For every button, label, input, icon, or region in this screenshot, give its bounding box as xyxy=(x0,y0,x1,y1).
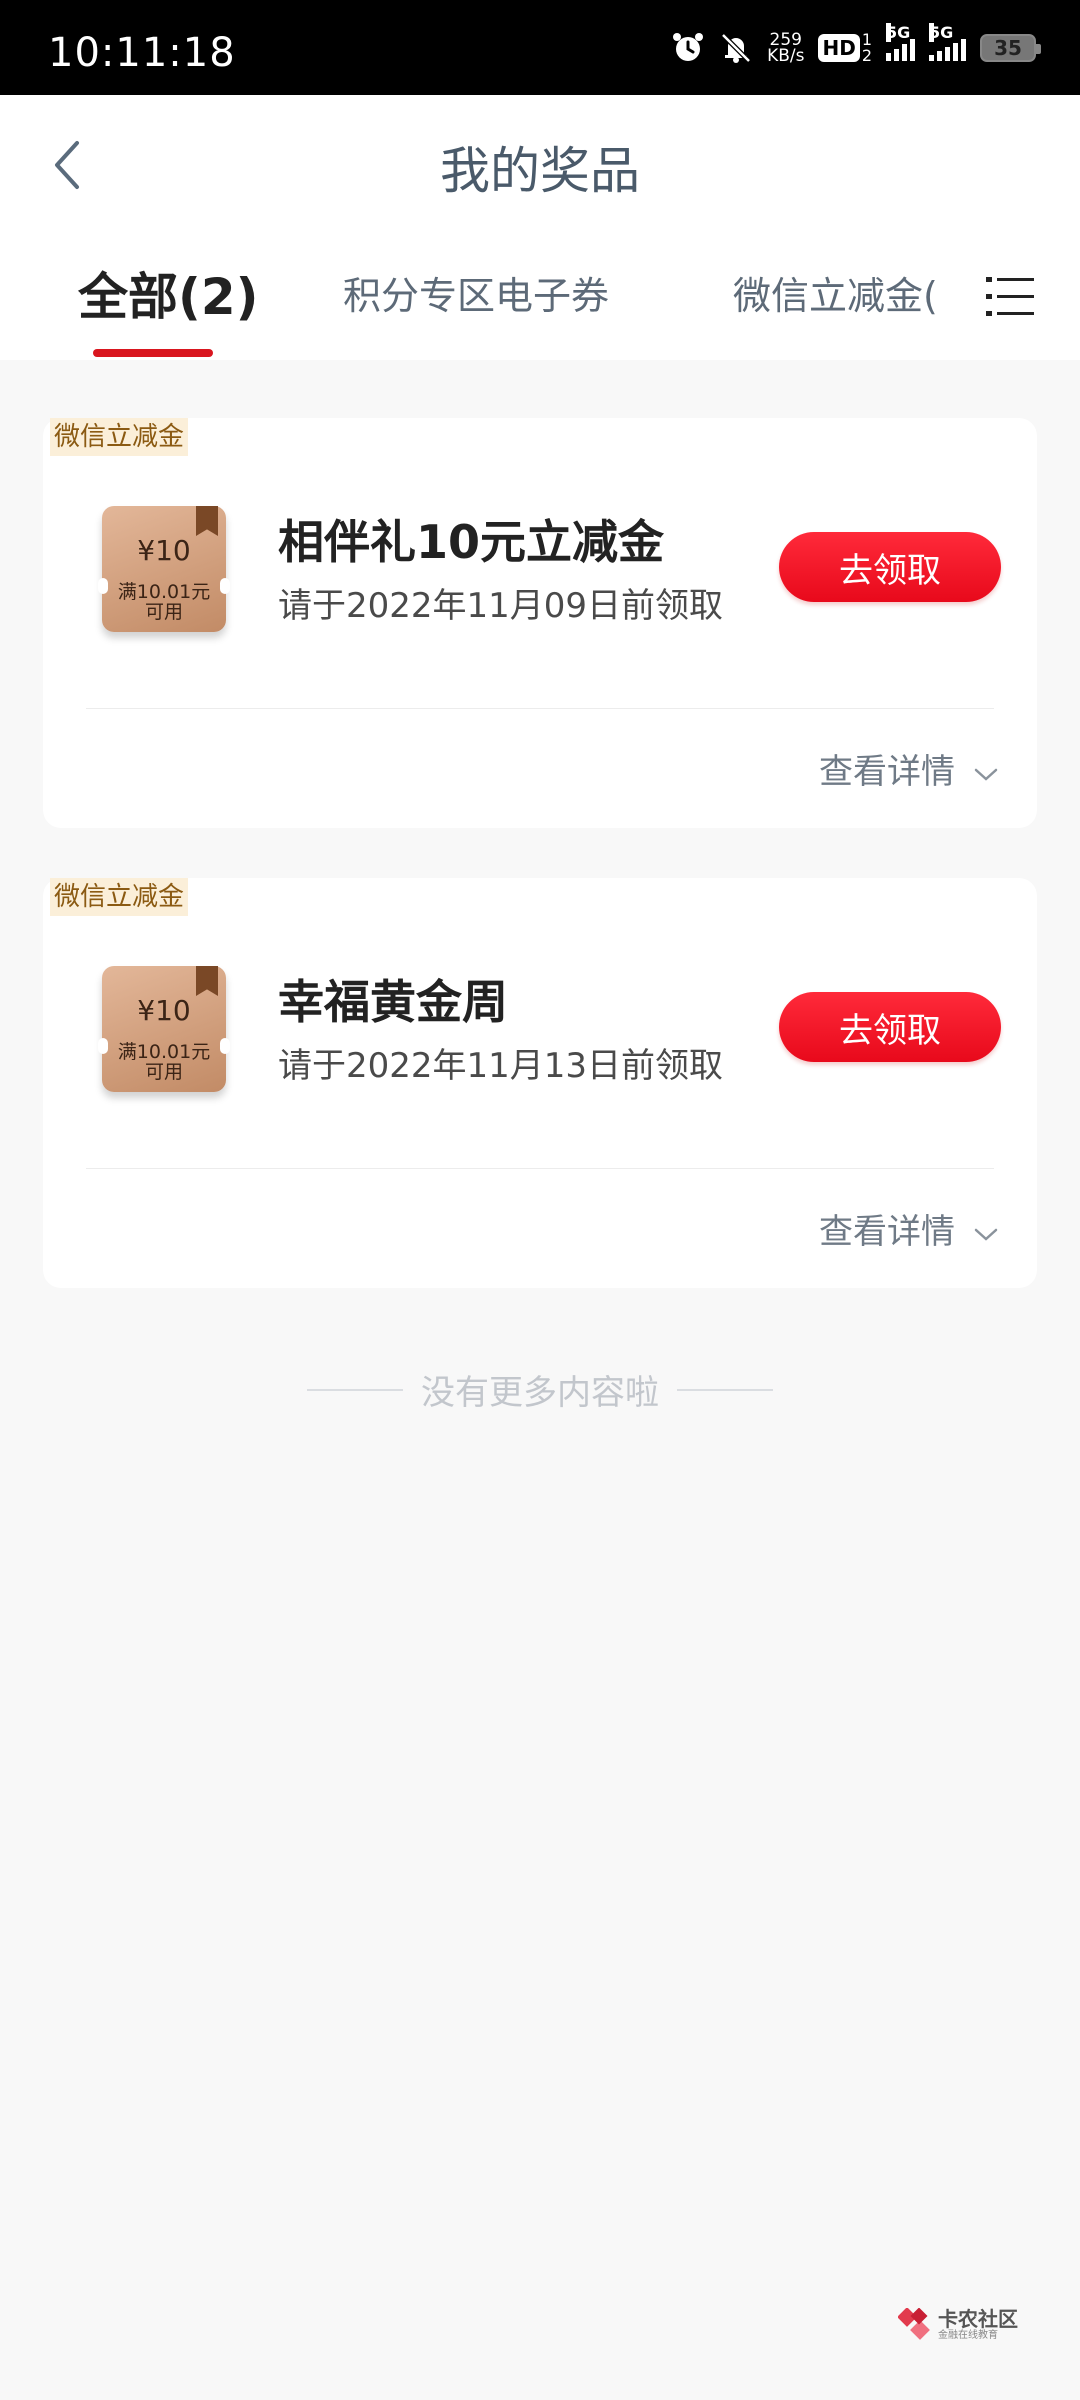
mute-bell-icon xyxy=(719,31,753,65)
watermark: 卡农社区 金融在线教育 xyxy=(897,2307,1018,2342)
no-more-content: 没有更多内容啦 xyxy=(0,1365,1080,1414)
coupon-condition: 满10.01元 可用 xyxy=(102,582,226,622)
coupon-amount: ¥10 xyxy=(137,994,191,1027)
no-more-label: 没有更多内容啦 xyxy=(421,1373,659,1413)
claim-button[interactable]: 去领取 xyxy=(779,532,1001,602)
hd-label: HD xyxy=(818,34,860,62)
view-details-label: 查看详情 xyxy=(819,752,955,792)
active-tab-indicator xyxy=(93,349,213,357)
coupon-condition-line1: 满10.01元 xyxy=(117,581,211,603)
network-speed-unit: KB/s xyxy=(767,46,805,66)
coupon-condition-line2: 可用 xyxy=(144,601,183,623)
watermark-title: 卡农社区 xyxy=(938,2307,1018,2331)
signal-1-label: 5G xyxy=(886,23,911,42)
prize-name: 相伴礼10元立减金 xyxy=(278,515,665,569)
coupon-condition: 满10.01元 可用 xyxy=(102,1042,226,1082)
claim-button[interactable]: 去领取 xyxy=(779,992,1001,1062)
tab-points-ecoupons[interactable]: 积分专区电子券 xyxy=(343,265,609,320)
status-icons: 259 KB/s HD 1 2 5G 5G 35 xyxy=(671,23,1041,70)
divider-line xyxy=(677,1388,773,1391)
list-menu-icon xyxy=(986,277,1034,316)
coupon-condition-line2: 可用 xyxy=(144,1061,183,1083)
prize-card: 微信立减金 ¥10 满10.01元 可用 相伴礼10元立减金 请于2022年11… xyxy=(43,418,1037,828)
prize-tag: 微信立减金 xyxy=(50,878,189,916)
divider-line xyxy=(307,1388,403,1391)
view-details-button[interactable]: 查看详情 xyxy=(819,744,999,793)
prize-deadline: 请于2022年11月09日前领取 xyxy=(278,586,724,626)
divider xyxy=(86,1168,994,1169)
ribbon-icon xyxy=(196,966,218,996)
watermark-logo-icon xyxy=(897,2307,932,2342)
hd-sub-bottom: 2 xyxy=(861,46,872,65)
signal-2-label: 5G xyxy=(929,23,954,42)
signal-icon: 5G xyxy=(886,23,915,61)
tab-all[interactable]: 全部(2) xyxy=(78,257,259,329)
status-time: 10:11:18 xyxy=(48,30,236,76)
prize-card: 微信立减金 ¥10 满10.01元 可用 幸福黄金周 请于2022年11月13日… xyxy=(43,878,1037,1288)
tabs-fade xyxy=(940,235,980,360)
coupon-amount: ¥10 xyxy=(137,534,191,567)
coupon-icon: ¥10 满10.01元 可用 xyxy=(98,506,230,632)
chevron-down-icon xyxy=(974,768,998,781)
signal-icon: 5G xyxy=(929,23,966,61)
alarm-icon xyxy=(671,31,705,65)
network-speed: 259 KB/s xyxy=(767,32,805,66)
prize-name: 幸福黄金周 xyxy=(278,975,508,1029)
status-bar: 10:11:18 259 KB/s HD 1 2 5G 5G 35 xyxy=(0,0,1080,95)
coupon-condition-line1: 满10.01元 xyxy=(117,1041,211,1063)
divider xyxy=(86,708,994,709)
watermark-subtitle: 金融在线教育 xyxy=(938,2330,998,2341)
tab-bar: 全部(2) 积分专区电子券 微信立减金( xyxy=(0,235,1080,360)
ribbon-icon xyxy=(196,506,218,536)
battery-level: 35 xyxy=(994,36,1022,60)
view-details-label: 查看详情 xyxy=(819,1212,955,1252)
page-title: 我的奖品 xyxy=(440,142,640,200)
prize-deadline: 请于2022年11月13日前领取 xyxy=(278,1046,724,1086)
header: 我的奖品 xyxy=(0,95,1080,235)
tab-wechat-discount[interactable]: 微信立减金( xyxy=(733,265,938,320)
battery-icon: 35 xyxy=(980,34,1041,62)
chevron-down-icon xyxy=(974,1228,998,1241)
hd-voice-indicator: HD 1 2 xyxy=(818,32,872,64)
tab-menu-button[interactable] xyxy=(986,275,1034,319)
prize-tag: 微信立减金 xyxy=(50,418,189,456)
view-details-button[interactable]: 查看详情 xyxy=(819,1204,999,1253)
coupon-icon: ¥10 满10.01元 可用 xyxy=(98,966,230,1092)
